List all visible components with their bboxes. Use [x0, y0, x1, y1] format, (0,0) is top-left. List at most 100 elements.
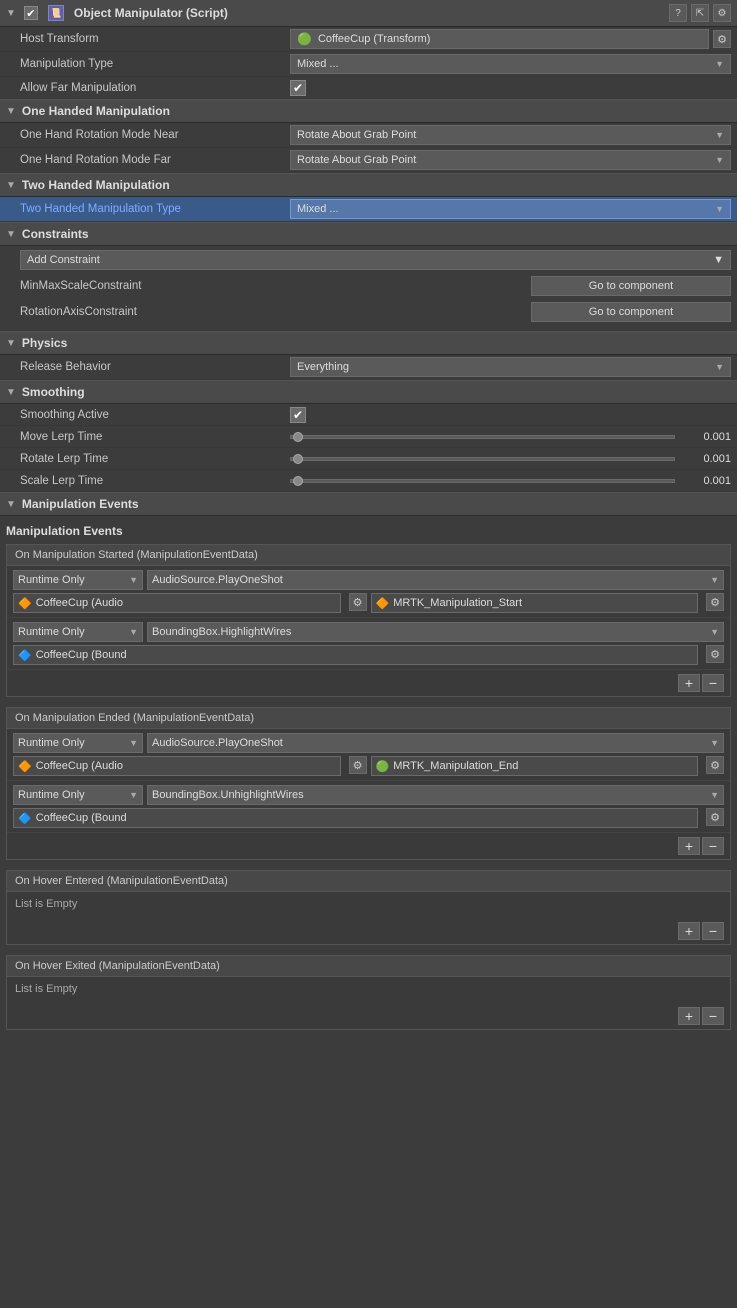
hover-entered-empty-block: List is Empty: [7, 892, 730, 918]
on-manipulation-ended-block: On Manipulation Ended (ManipulationEvent…: [6, 707, 731, 860]
manipulation-type-value: Mixed ... ▼: [290, 54, 731, 74]
manipulation-ended-add-remove: + −: [7, 833, 730, 859]
hover-exited-remove-button[interactable]: −: [702, 1007, 724, 1025]
two-handed-collapse-icon: ▼: [6, 180, 16, 191]
ended-entry2-gear-icon[interactable]: ⚙: [706, 808, 724, 826]
on-manipulation-started-block: On Manipulation Started (ManipulationEve…: [6, 544, 731, 697]
min-max-scale-goto-button[interactable]: Go to component: [531, 276, 731, 296]
physics-section-header[interactable]: ▼ Physics: [0, 331, 737, 355]
manipulation-ended-remove-button[interactable]: −: [702, 837, 724, 855]
hover-entered-remove-button[interactable]: −: [702, 922, 724, 940]
entry1-runtime-dropdown[interactable]: Runtime Only ▼: [13, 570, 143, 590]
manipulation-events-section-title: Manipulation Events: [22, 497, 139, 511]
rotate-lerp-thumb: [293, 454, 303, 464]
ended-entry2-runtime-dropdown[interactable]: Runtime Only ▼: [13, 785, 143, 805]
rotate-lerp-label: Rotate Lerp Time: [20, 453, 290, 465]
entry2-runtime-text: Runtime Only: [18, 626, 85, 638]
rotate-lerp-value: 0.001: [681, 453, 731, 465]
collapse-arrow-icon[interactable]: ▼: [6, 8, 16, 19]
manipulation-ended-add-button[interactable]: +: [678, 837, 700, 855]
host-transform-field[interactable]: 🟢 CoffeeCup (Transform): [290, 29, 709, 49]
move-lerp-row: Move Lerp Time 0.001: [0, 426, 737, 448]
one-hand-near-text: Rotate About Grab Point: [297, 129, 416, 141]
header-icons: ? ⇱ ⚙: [669, 4, 731, 22]
ended-entry1-runtime-dropdown[interactable]: Runtime Only ▼: [13, 733, 143, 753]
manipulation-started-add-button[interactable]: +: [678, 674, 700, 692]
two-handed-type-dropdown[interactable]: Mixed ... ▼: [290, 199, 731, 219]
allow-far-manipulation-checkbox[interactable]: ✔: [290, 80, 306, 96]
ended-entry2-object-ref[interactable]: 🔷 CoffeeCup (Bound: [13, 808, 698, 828]
reference-icon[interactable]: ⇱: [691, 4, 709, 22]
entry2-row2: 🔷 CoffeeCup (Bound ⚙: [13, 645, 724, 665]
ended-entry1-object-text: CoffeeCup (Audio: [36, 760, 123, 772]
scale-lerp-slider[interactable]: [290, 479, 675, 483]
ended-entry1-row2: 🔶 CoffeeCup (Audio ⚙ 🟢 MRTK_Manipulation…: [13, 756, 724, 776]
hover-exited-add-remove: + −: [7, 1003, 730, 1029]
hover-exited-add-button[interactable]: +: [678, 1007, 700, 1025]
entry2-object-ref[interactable]: 🔷 CoffeeCup (Bound: [13, 645, 698, 665]
entry1-function-gear-icon[interactable]: ⚙: [706, 593, 724, 611]
entry1-function-ref[interactable]: 🔶 MRTK_Manipulation_Start: [371, 593, 699, 613]
help-icon[interactable]: ?: [669, 4, 687, 22]
dropdown-arrow-icon: ▼: [713, 254, 724, 266]
component-title: Object Manipulator (Script): [74, 6, 663, 20]
ended-entry2-method-dropdown[interactable]: BoundingBox.UnhighlightWires ▼: [147, 785, 724, 805]
ended-entry1-function-ref[interactable]: 🟢 MRTK_Manipulation_End: [371, 756, 699, 776]
ended-entry1-gear-icon[interactable]: ⚙: [349, 756, 367, 774]
component-enabled-checkbox[interactable]: ✔: [24, 6, 38, 20]
ended-entry1-object-ref[interactable]: 🔶 CoffeeCup (Audio: [13, 756, 341, 776]
move-lerp-slider[interactable]: [290, 435, 675, 439]
one-handed-section-title: One Handed Manipulation: [22, 104, 170, 118]
hover-exited-empty-text: List is Empty: [15, 983, 77, 995]
manipulation-events-section-header[interactable]: ▼ Manipulation Events: [0, 492, 737, 516]
entry2-runtime-dropdown[interactable]: Runtime Only ▼: [13, 622, 143, 642]
entry2-gear-icon[interactable]: ⚙: [706, 645, 724, 663]
host-transform-gear-icon[interactable]: ⚙: [713, 30, 731, 48]
allow-far-manipulation-value: ✔: [290, 80, 731, 96]
ended-entry2-row1: Runtime Only ▼ BoundingBox.UnhighlightWi…: [13, 785, 724, 805]
add-constraint-row: Add Constraint ▼: [20, 250, 731, 270]
ended-entry1-method-dropdown[interactable]: AudioSource.PlayOneShot ▼: [147, 733, 724, 753]
manipulation-type-label: Manipulation Type: [20, 58, 290, 70]
rotate-lerp-slider[interactable]: [290, 457, 675, 461]
entry1-method-text: AudioSource.PlayOneShot: [152, 574, 283, 586]
one-handed-collapse-icon: ▼: [6, 106, 16, 117]
ended-entry1-function-gear-icon[interactable]: ⚙: [706, 756, 724, 774]
entry1-object-text: CoffeeCup (Audio: [36, 597, 123, 609]
settings-icon[interactable]: ⚙: [713, 4, 731, 22]
ended-entry1-row1: Runtime Only ▼ AudioSource.PlayOneShot ▼: [13, 733, 724, 753]
entry1-object-ref[interactable]: 🔶 CoffeeCup (Audio: [13, 593, 341, 613]
add-constraint-text: Add Constraint: [27, 254, 100, 266]
add-constraint-dropdown[interactable]: Add Constraint ▼: [20, 250, 731, 270]
smoothing-section-title: Smoothing: [22, 385, 85, 399]
manipulation-ended-entry-1: Runtime Only ▼ AudioSource.PlayOneShot ▼…: [7, 729, 730, 781]
dropdown-arrow-icon: ▼: [129, 575, 138, 585]
one-handed-section-header[interactable]: ▼ One Handed Manipulation: [0, 99, 737, 123]
allow-far-manipulation-row: Allow Far Manipulation ✔: [0, 77, 737, 99]
release-behavior-dropdown[interactable]: Everything ▼: [290, 357, 731, 377]
manipulation-type-dropdown[interactable]: Mixed ... ▼: [290, 54, 731, 74]
dropdown-arrow-icon: ▼: [715, 130, 724, 140]
entry1-runtime-text: Runtime Only: [18, 574, 85, 586]
manipulation-type-text: Mixed ...: [297, 58, 339, 70]
manipulation-started-entry-2: Runtime Only ▼ BoundingBox.HighlightWire…: [7, 618, 730, 670]
one-hand-near-dropdown[interactable]: Rotate About Grab Point ▼: [290, 125, 731, 145]
rotation-axis-goto-button[interactable]: Go to component: [531, 302, 731, 322]
ended-entry2-runtime-text: Runtime Only: [18, 789, 85, 801]
one-hand-far-dropdown[interactable]: Rotate About Grab Point ▼: [290, 150, 731, 170]
entry2-method-dropdown[interactable]: BoundingBox.HighlightWires ▼: [147, 622, 724, 642]
scale-lerp-thumb: [293, 476, 303, 486]
constraints-section-header[interactable]: ▼ Constraints: [0, 222, 737, 246]
move-lerp-thumb: [293, 432, 303, 442]
rotate-lerp-row: Rotate Lerp Time 0.001: [0, 448, 737, 470]
transform-icon: 🟢: [297, 32, 312, 46]
entry1-method-dropdown[interactable]: AudioSource.PlayOneShot ▼: [147, 570, 724, 590]
smoothing-active-checkbox[interactable]: ✔: [290, 407, 306, 423]
smoothing-section-header[interactable]: ▼ Smoothing: [0, 380, 737, 404]
hover-entered-add-button[interactable]: +: [678, 922, 700, 940]
two-handed-section-header[interactable]: ▼ Two Handed Manipulation: [0, 173, 737, 197]
host-transform-row: Host Transform 🟢 CoffeeCup (Transform) ⚙: [0, 27, 737, 52]
entry1-gear-icon[interactable]: ⚙: [349, 593, 367, 611]
manipulation-started-remove-button[interactable]: −: [702, 674, 724, 692]
entry1-function-text: MRTK_Manipulation_Start: [393, 597, 522, 609]
